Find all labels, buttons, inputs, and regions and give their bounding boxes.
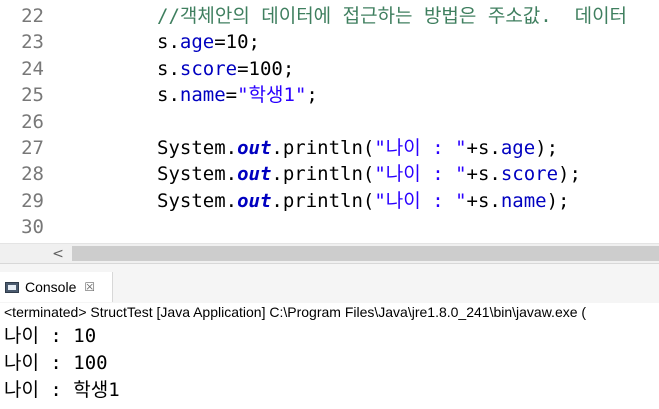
code-token: .println( (271, 137, 375, 159)
code-token: "학생1" (237, 84, 307, 107)
code-token: =100; (237, 57, 295, 80)
scroll-left-arrow[interactable]: < (44, 244, 72, 263)
line-number: 27 (21, 137, 44, 159)
code-token: age (179, 31, 215, 54)
code-line[interactable]: 30 (0, 213, 659, 239)
code-line[interactable]: 28 System.out.println("나이 : "+s.score); (0, 160, 659, 186)
code-token: s. (157, 57, 180, 80)
code-line[interactable]: 29 System.out.println("나이 : "+s.name); (0, 187, 659, 213)
code-token: ); (546, 189, 570, 212)
line-number: 26 (21, 110, 44, 133)
line-number: 25 (21, 84, 44, 107)
code-text: s.name="학생1"; (157, 83, 318, 107)
line-number: 23 (21, 31, 44, 54)
line-number: 29 (21, 189, 44, 212)
code-token: name (500, 189, 547, 212)
console-status-line: <terminated> StructTest [Java Applicatio… (4, 304, 587, 320)
code-token: +s. (466, 163, 501, 186)
code-token: +s. (466, 189, 501, 212)
console-output-line: 나이 : 100 (4, 352, 108, 374)
code-line[interactable]: 23 s.age=10; (0, 28, 659, 54)
code-text: //객체안의 데이터에 접근하는 방법은 주소값. 데이터 (157, 4, 627, 28)
code-token: out (237, 189, 272, 212)
console-output-line: 나이 : 10 (4, 325, 97, 347)
code-token: System. (157, 189, 238, 212)
close-icon[interactable]: ☒ (84, 280, 95, 294)
code-text: System.out.println("나이 : "+s.score); (157, 162, 581, 186)
line-number: 30 (21, 216, 44, 239)
code-token: .println( (271, 163, 375, 186)
code-token: age (500, 137, 536, 159)
console-tab-label: Console (25, 279, 77, 295)
code-line[interactable]: 27 System.out.println("나이 : "+s.age); (0, 134, 659, 160)
code-text: s.score=100; (157, 57, 294, 81)
console-output: <terminated> StructTest [Java Applicatio… (0, 303, 659, 409)
code-token: "나이 : " (374, 137, 467, 159)
code-token: ); (535, 137, 559, 159)
code-editor[interactable]: 22//객체안의 데이터에 접근하는 방법은 주소값. 데이터 23 s.age=1… (0, 0, 659, 243)
code-text: s.age=10; (157, 30, 260, 54)
code-token: score (179, 57, 238, 80)
horizontal-scrollbar[interactable]: < (0, 243, 659, 263)
code-token: s. (157, 31, 180, 54)
line-number: 24 (21, 57, 44, 80)
code-token: = (225, 84, 238, 107)
line-number: 28 (21, 163, 44, 186)
code-line[interactable]: 24 s.score=100; (0, 55, 659, 81)
code-token: +s. (466, 137, 501, 159)
code-line[interactable]: 26 (0, 108, 659, 134)
code-token: s. (157, 84, 180, 107)
code-token: score (500, 163, 559, 186)
code-token: =10; (214, 31, 260, 54)
scrollbar-thumb[interactable] (72, 246, 659, 261)
code-token: System. (157, 137, 238, 159)
eclipse-window: 22//객체안의 데이터에 접근하는 방법은 주소값. 데이터 23 s.age=1… (0, 0, 659, 409)
console-output-line: 나이 : 학생1 (4, 379, 120, 401)
tab-console[interactable]: Console ☒ (0, 272, 113, 302)
console-icon (5, 281, 19, 293)
code-line[interactable]: 25 s.name="학생1"; (0, 81, 659, 107)
code-text: System.out.println("나이 : "+s.age); (157, 136, 558, 160)
code-token: "나이 : " (374, 163, 467, 186)
code-token: "나이 : " (374, 189, 467, 212)
line-number: 22 (21, 5, 44, 27)
code-token: //객체안의 데이터에 접근하는 방법은 주소값. 데이터 (157, 5, 628, 27)
console-tab-bar: Console ☒ (0, 263, 659, 303)
code-token: .println( (271, 189, 375, 212)
code-token: out (237, 163, 272, 186)
code-token: name (179, 84, 226, 107)
code-text: System.out.println("나이 : "+s.name); (157, 189, 570, 213)
code-token: ); (558, 163, 581, 186)
code-token: ; (306, 84, 318, 107)
code-line[interactable]: 22 //객체안의 데이터에 접근하는 방법은 주소값. 데이터 (0, 2, 659, 28)
code-token: out (237, 137, 272, 159)
code-token: System. (157, 163, 238, 186)
